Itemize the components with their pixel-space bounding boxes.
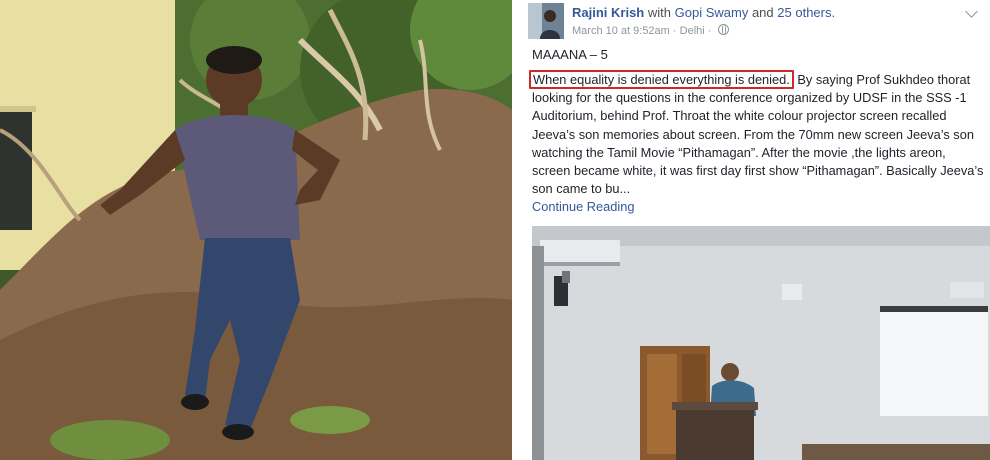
facebook-post: Rajini Krish with Gopi Swamy and 25 othe… xyxy=(520,0,990,460)
and-text: and xyxy=(751,5,774,20)
tagged-person-link[interactable]: Gopi Swamy xyxy=(675,5,749,20)
chevron-down-icon[interactable] xyxy=(965,5,978,18)
continue-reading-link[interactable]: Continue Reading xyxy=(532,199,634,214)
post-location[interactable]: Delhi · xyxy=(680,25,712,37)
others-link[interactable]: 25 others. xyxy=(777,5,835,20)
post-photo[interactable] xyxy=(532,226,990,460)
post-title: MAAANA – 5 xyxy=(532,47,608,62)
post-body: When equality is denied everything is de… xyxy=(529,70,987,217)
author-avatar[interactable] xyxy=(528,3,564,39)
post-timestamp[interactable]: March 10 at 9:52am xyxy=(572,25,670,37)
post-header: Rajini Krish with Gopi Swamy and 25 othe… xyxy=(528,2,988,42)
profile-photo-left xyxy=(0,0,512,460)
globe-icon[interactable] xyxy=(717,24,729,35)
post-body-text: By saying Prof Sukhdeo thorat looking fo… xyxy=(532,72,984,197)
highlighted-quote: When equality is denied everything is de… xyxy=(529,70,794,89)
author-name-link[interactable]: Rajini Krish xyxy=(572,5,644,20)
post-meta: March 10 at 9:52am · Delhi · xyxy=(572,24,729,37)
with-text: with xyxy=(647,5,671,20)
author-line: Rajini Krish with Gopi Swamy and 25 othe… xyxy=(572,5,835,20)
image-divider xyxy=(512,0,520,460)
meta-separator: · xyxy=(672,25,677,37)
